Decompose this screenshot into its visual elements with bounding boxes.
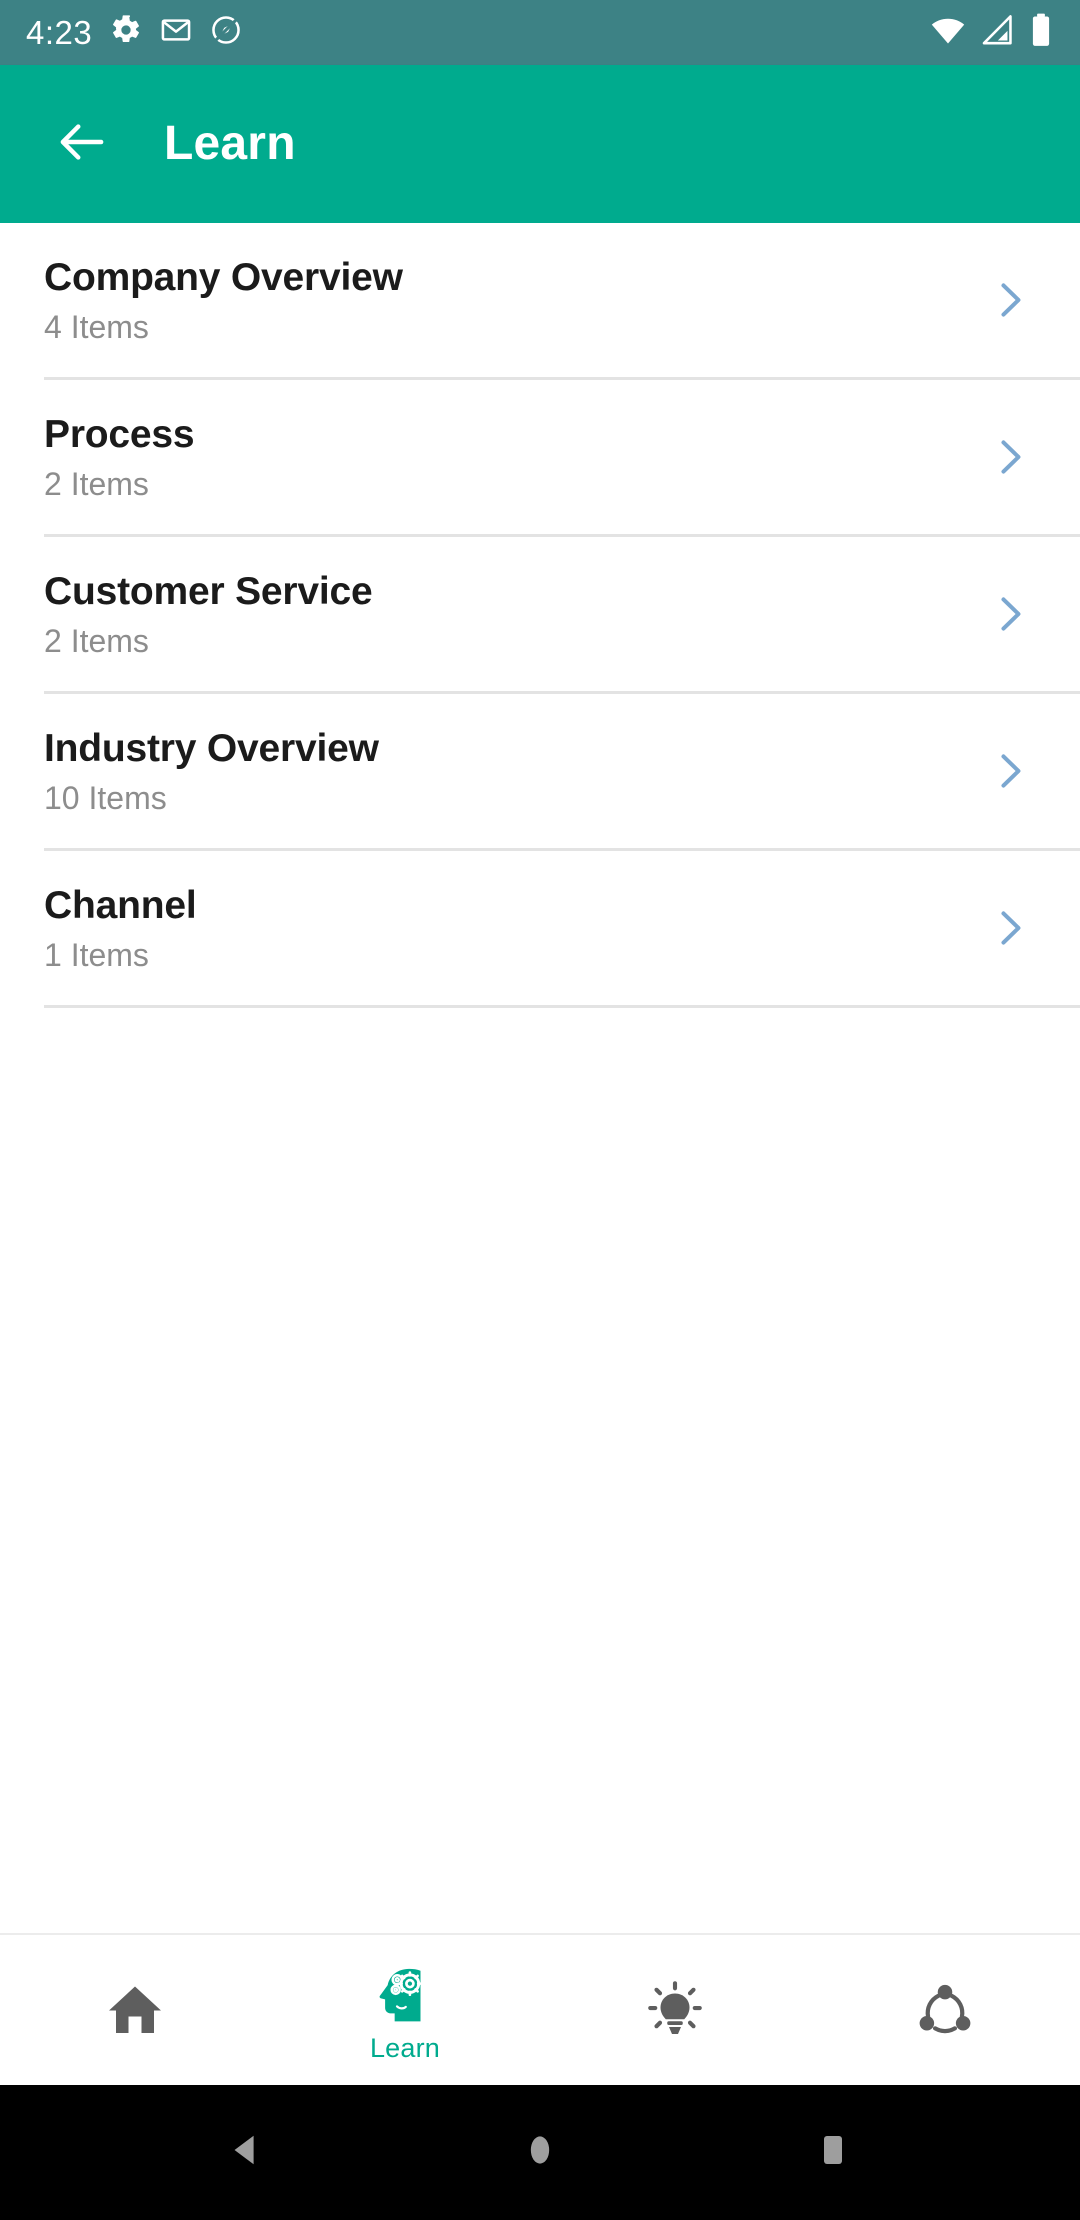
list-item-text: Company Overview 4 Items	[44, 258, 985, 343]
wifi-icon	[930, 12, 966, 53]
list-item-subtitle: 2 Items	[44, 622, 149, 659]
nav-item-lightbulb[interactable]	[540, 1935, 810, 2085]
chevron-right-icon[interactable]	[985, 905, 1035, 951]
list-item[interactable]: Company Overview 4 Items	[0, 223, 1080, 377]
bottom-navigation: Learn	[0, 1933, 1080, 2085]
android-home-button[interactable]	[480, 2085, 600, 2220]
list-divider	[44, 1005, 1080, 1008]
status-bar: 4:23	[0, 0, 1080, 65]
chevron-right-icon[interactable]	[985, 277, 1035, 323]
list-item-text: Industry Overview 10 Items	[44, 729, 985, 814]
nav-item-share-network[interactable]	[810, 1935, 1080, 2085]
android-back-icon	[225, 2128, 269, 2177]
list-item-title: Industry Overview	[44, 726, 379, 770]
android-system-nav	[0, 2085, 1080, 2220]
back-button[interactable]	[45, 107, 119, 181]
list-item[interactable]: Customer Service 2 Items	[0, 537, 1080, 691]
list-item-subtitle: 10 Items	[44, 779, 167, 816]
list-item-subtitle: 1 Items	[44, 936, 149, 973]
status-bar-right	[930, 12, 1054, 53]
list-item-text: Process 2 Items	[44, 415, 985, 500]
share-network-icon	[916, 1974, 974, 2046]
list-item-title: Customer Service	[44, 569, 373, 613]
list-item[interactable]: Industry Overview 10 Items	[0, 694, 1080, 848]
app-bar: Learn	[0, 65, 1080, 223]
battery-icon	[1028, 12, 1054, 53]
head-gears-icon	[374, 1959, 436, 2031]
settings-gear-icon	[110, 14, 142, 51]
list-item-title: Company Overview	[44, 255, 403, 299]
list-item-text: Customer Service 2 Items	[44, 572, 985, 657]
list-item[interactable]: Process 2 Items	[0, 380, 1080, 534]
content-area: Company Overview 4 Items Process 2 Items Cus…	[0, 223, 1080, 1933]
android-recents-icon	[813, 2130, 853, 2175]
cellular-signal-icon	[980, 13, 1014, 52]
app-screen: 4:23 Learn Company Overview 4 Items Proc…	[0, 0, 1080, 2220]
list-item[interactable]: Channel 1 Items	[0, 851, 1080, 1005]
chevron-right-icon[interactable]	[985, 591, 1035, 637]
nav-item-label: Learn	[369, 2032, 441, 2063]
android-recents-button[interactable]	[773, 2085, 893, 2220]
list-item-subtitle: 2 Items	[44, 465, 149, 502]
arrow-left-icon	[54, 114, 110, 175]
list-item-title: Process	[44, 412, 195, 456]
gmail-icon	[160, 14, 192, 51]
compass-record-icon	[210, 14, 242, 51]
status-clock: 4:23	[26, 14, 93, 51]
chevron-right-icon[interactable]	[985, 748, 1035, 794]
list-item-text: Channel 1 Items	[44, 886, 985, 971]
category-list: Company Overview 4 Items Process 2 Items Cus…	[0, 223, 1080, 1008]
list-item-title: Channel	[44, 883, 197, 927]
nav-item-head-gears[interactable]: Learn	[270, 1935, 540, 2085]
nav-item-home[interactable]	[0, 1935, 270, 2085]
chevron-right-icon[interactable]	[985, 434, 1035, 480]
lightbulb-icon	[645, 1974, 705, 2046]
android-back-button[interactable]	[187, 2085, 307, 2220]
home-icon	[105, 1974, 165, 2046]
page-title: Learn	[164, 117, 296, 170]
status-bar-left: 4:23	[26, 14, 242, 51]
list-item-subtitle: 4 Items	[44, 308, 149, 345]
android-home-icon	[518, 2128, 562, 2177]
